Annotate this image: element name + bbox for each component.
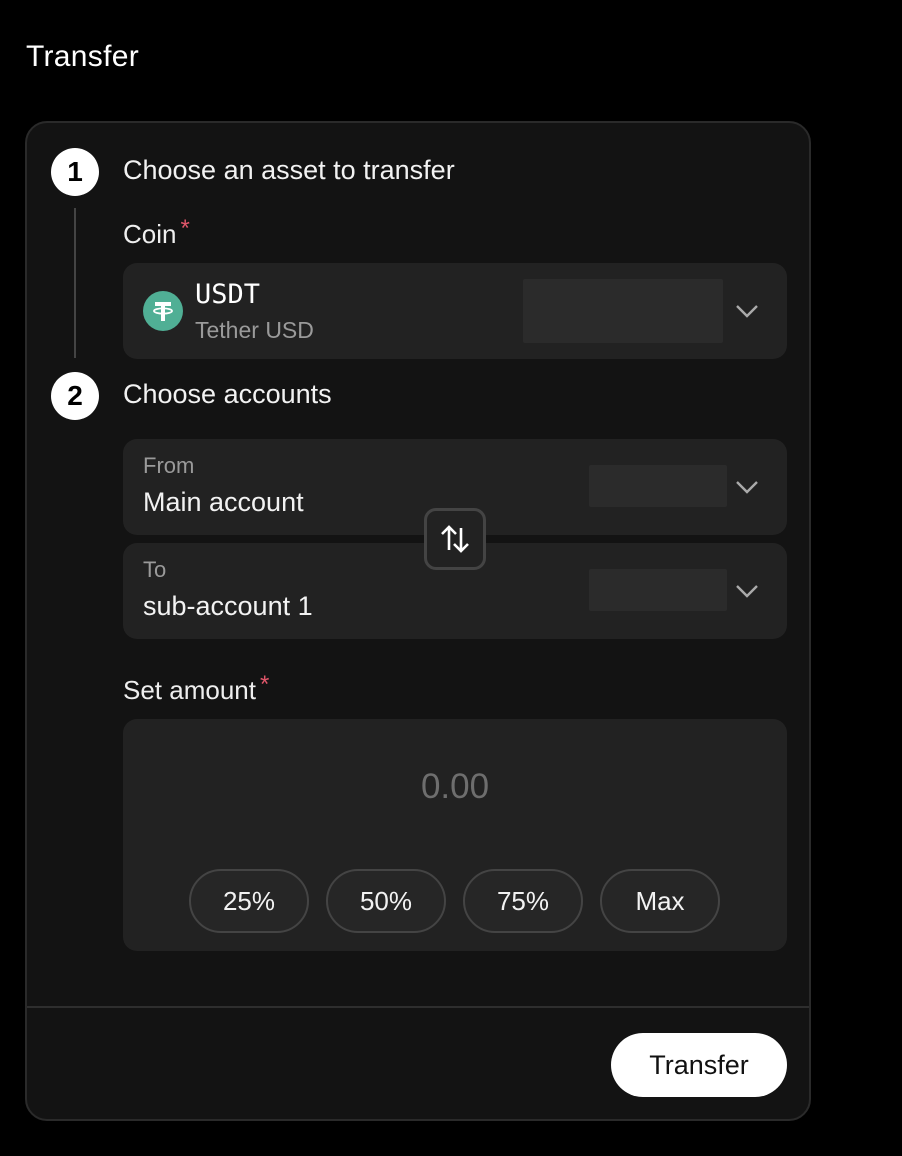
to-account-value: sub-account 1 [143,591,313,621]
from-balance-placeholder [589,465,727,507]
coin-name: Tether USD [195,317,314,343]
chevron-down-icon [736,585,758,598]
amount-panel: 0.00 25% 50% 75% Max [123,719,787,951]
required-marker: * [259,671,270,698]
transfer-card: 1 Choose an asset to transfer Coin * USDT… [25,121,811,1121]
from-caption: From [143,453,195,478]
coin-label-text: Coin [123,219,177,249]
step-2-badge: 2 [51,372,99,420]
from-account-value: Main account [143,487,304,517]
step-1-title: Choose an asset to transfer [123,155,455,185]
required-marker: * [180,215,190,242]
amount-input[interactable]: 0.00 [123,767,787,807]
step-1-badge: 1 [51,148,99,196]
chevron-down-icon [736,481,758,494]
amount-label-text: Set amount [123,675,256,705]
to-balance-placeholder [589,569,727,611]
swap-accounts-button[interactable] [424,508,486,570]
preset-75-button[interactable]: 75% [463,869,583,933]
amount-label: Set amount * [123,671,269,706]
coin-balance-placeholder [523,279,723,343]
page-title: Transfer [26,40,139,73]
coin-label: Coin * [123,215,190,250]
preset-max-button[interactable]: Max [600,869,720,933]
coin-code: USDT [195,279,261,310]
step-2-title: Choose accounts [123,379,332,409]
to-caption: To [143,557,167,582]
chevron-down-icon [736,305,758,318]
preset-25-button[interactable]: 25% [189,869,309,933]
coin-select[interactable]: USDT Tether USD [123,263,787,359]
transfer-button[interactable]: Transfer [611,1033,787,1097]
preset-50-button[interactable]: 50% [326,869,446,933]
step-connector [74,208,76,358]
amount-presets: 25% 50% 75% Max [189,869,720,933]
footer-divider [27,1006,809,1008]
swap-arrows-icon [441,525,469,553]
tether-icon [143,291,183,331]
